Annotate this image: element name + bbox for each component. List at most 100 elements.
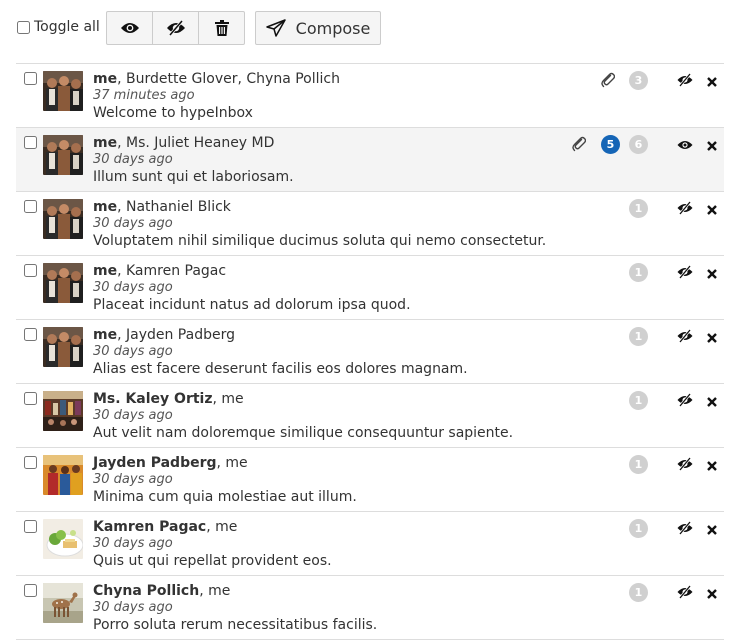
compose-button[interactable]: Compose: [255, 11, 381, 45]
sender-avatar[interactable]: [43, 71, 83, 111]
thread-row[interactable]: me, Ms. Juliet Heaney MD 30 days ago Illum…: [16, 128, 724, 192]
sender-avatar[interactable]: [43, 327, 83, 367]
other-participants: , me: [212, 391, 244, 407]
mark-unread-icon[interactable]: [677, 328, 693, 343]
message-count-badge: 1: [629, 519, 648, 538]
mark-unread-icon[interactable]: [677, 456, 693, 471]
message-count-badge: 1: [629, 327, 648, 346]
message-count-badge: 6: [629, 135, 648, 154]
paper-plane-icon: [265, 19, 286, 37]
thread-time: 30 days ago: [93, 344, 173, 359]
delete-thread-icon[interactable]: [706, 265, 718, 279]
thread-time: 30 days ago: [93, 536, 173, 551]
thread-summary[interactable]: me, Nathaniel Blick 30 days ago Voluptatem…: [93, 198, 563, 251]
other-participants: , me: [199, 583, 231, 599]
thread-checkbox[interactable]: [24, 584, 37, 597]
thread-summary[interactable]: Ms. Kaley Ortiz, me 30 days ago Aut velit …: [93, 390, 563, 443]
thread-participants: Ms. Kaley Ortiz, me: [93, 390, 563, 408]
thread-checkbox[interactable]: [24, 264, 37, 277]
thread-participants: me, Ms. Juliet Heaney MD: [93, 134, 563, 152]
thread-participants: me, Jayden Padberg: [93, 326, 563, 344]
thread-row[interactable]: me, Nathaniel Blick 30 days ago Voluptatem…: [16, 192, 724, 256]
thread-time: 30 days ago: [93, 408, 173, 423]
thread-checkbox[interactable]: [24, 200, 37, 213]
sender-avatar[interactable]: [43, 455, 83, 495]
primary-participant: Ms. Kaley Ortiz: [93, 391, 213, 407]
thread-checkbox[interactable]: [24, 72, 37, 85]
mark-unread-icon[interactable]: [677, 264, 693, 279]
thread-summary[interactable]: me, Ms. Juliet Heaney MD 30 days ago Illum…: [93, 134, 563, 187]
message-count-badge: 1: [629, 455, 648, 474]
mark-unread-button[interactable]: [153, 12, 199, 44]
unread-count-badge: 5: [601, 135, 620, 154]
mark-read-button[interactable]: [107, 12, 153, 44]
thread-participants: me, Kamren Pagac: [93, 262, 563, 280]
thread-participants: Kamren Pagac, me: [93, 518, 563, 536]
thread-row[interactable]: Ms. Kaley Ortiz, me 30 days ago Aut velit …: [16, 384, 724, 448]
thread-row[interactable]: me, Kamren Pagac 30 days ago Placeat incid…: [16, 256, 724, 320]
sender-avatar[interactable]: [43, 583, 83, 623]
mark-unread-icon[interactable]: [677, 72, 693, 87]
primary-participant: Jayden Padberg: [93, 455, 217, 471]
delete-thread-icon[interactable]: [706, 73, 718, 87]
delete-thread-icon[interactable]: [706, 201, 718, 215]
other-participants: , Nathaniel Blick: [117, 199, 231, 215]
delete-thread-icon[interactable]: [706, 329, 718, 343]
mark-unread-icon[interactable]: [677, 520, 693, 535]
sender-avatar[interactable]: [43, 519, 83, 559]
toggle-all-checkbox[interactable]: [17, 20, 30, 34]
thread-time: 30 days ago: [93, 280, 173, 295]
thread-row[interactable]: Kamren Pagac, me 30 days ago Quis ut qui r…: [16, 512, 724, 576]
thread-summary[interactable]: Chyna Pollich, me 30 days ago Porro soluta…: [93, 582, 563, 635]
sender-avatar[interactable]: [43, 391, 83, 431]
thread-row[interactable]: me, Burdette Glover, Chyna Pollich 37 min…: [16, 64, 724, 128]
thread-checkbox[interactable]: [24, 456, 37, 469]
delete-thread-icon[interactable]: [706, 585, 718, 599]
thread-checkbox[interactable]: [24, 392, 37, 405]
thread-checkbox[interactable]: [24, 520, 37, 533]
thread-time: 37 minutes ago: [93, 88, 195, 103]
primary-participant: me: [93, 71, 118, 87]
thread-row[interactable]: Chyna Pollich, me 30 days ago Porro soluta…: [16, 576, 724, 640]
primary-participant: me: [93, 327, 118, 343]
thread-summary[interactable]: Jayden Padberg, me 30 days ago Minima cum …: [93, 454, 563, 507]
thread-time: 30 days ago: [93, 216, 173, 231]
thread-row[interactable]: Jayden Padberg, me 30 days ago Minima cum …: [16, 448, 724, 512]
thread-summary[interactable]: Kamren Pagac, me 30 days ago Quis ut qui r…: [93, 518, 563, 571]
mark-unread-icon[interactable]: [677, 200, 693, 215]
delete-thread-icon[interactable]: [706, 393, 718, 407]
delete-thread-icon[interactable]: [706, 521, 718, 535]
mark-unread-icon[interactable]: [677, 392, 693, 407]
delete-thread-icon[interactable]: [706, 137, 718, 151]
thread-subject: Porro soluta rerum necessitatibus facili…: [93, 617, 378, 633]
paperclip-icon: [572, 136, 588, 152]
delete-thread-icon[interactable]: [706, 457, 718, 471]
other-participants: , Burdette Glover, Chyna Pollich: [117, 71, 340, 87]
thread-summary[interactable]: me, Burdette Glover, Chyna Pollich 37 min…: [93, 70, 563, 123]
other-participants: , me: [206, 519, 238, 535]
eye-icon: [120, 23, 139, 33]
thread-checkbox[interactable]: [24, 328, 37, 341]
thread-subject: Illum sunt qui et laboriosam.: [93, 169, 294, 185]
primary-participant: Kamren Pagac: [93, 519, 207, 535]
toggle-all[interactable]: Toggle all: [17, 19, 100, 35]
mark-read-icon[interactable]: [677, 136, 693, 150]
thread-summary[interactable]: me, Jayden Padberg 30 days ago Alias est f…: [93, 326, 563, 379]
delete-selected-button[interactable]: [199, 12, 244, 44]
thread-subject: Minima cum quia molestiae aut illum.: [93, 489, 357, 505]
other-participants: , Jayden Padberg: [117, 327, 235, 343]
thread-checkbox[interactable]: [24, 136, 37, 149]
thread-summary[interactable]: me, Kamren Pagac 30 days ago Placeat incid…: [93, 262, 563, 315]
mark-unread-icon[interactable]: [677, 584, 693, 599]
message-count-badge: 3: [629, 71, 648, 90]
thread-row[interactable]: me, Jayden Padberg 30 days ago Alias est f…: [16, 320, 724, 384]
sender-avatar[interactable]: [43, 135, 83, 175]
thread-subject: Voluptatem nihil similique ducimus solut…: [93, 233, 547, 249]
message-count-badge: 1: [629, 391, 648, 410]
thread-time: 30 days ago: [93, 152, 173, 167]
eye-slash-icon: [166, 20, 185, 36]
compose-label: Compose: [295, 18, 371, 38]
sender-avatar[interactable]: [43, 263, 83, 303]
paperclip-icon: [601, 72, 617, 88]
sender-avatar[interactable]: [43, 199, 83, 239]
